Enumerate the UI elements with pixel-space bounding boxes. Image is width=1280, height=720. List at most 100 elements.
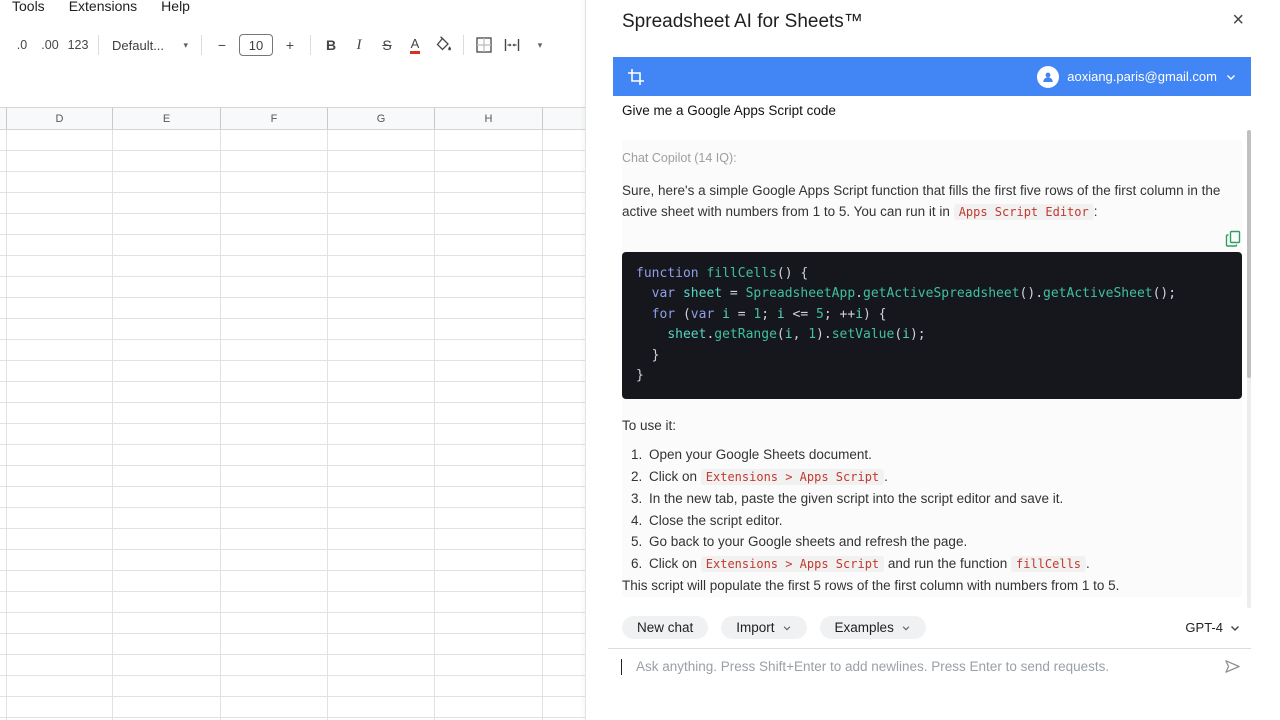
column-headers: DEFGH	[0, 107, 585, 130]
column-header-D[interactable]: D	[7, 108, 113, 129]
code-line: for (var i = 1; i <= 5; ++i) {	[651, 306, 887, 322]
addon-panel: Spreadsheet AI for Sheets™ × aoxiang.par…	[585, 0, 1280, 720]
sheet-grid[interactable]	[0, 130, 585, 720]
chevron-down-icon: ▾	[183, 39, 188, 50]
to-use-label: To use it:	[622, 417, 677, 433]
chevron-down-icon: ▾	[537, 39, 543, 50]
model-label: GPT-4	[1185, 620, 1223, 635]
new-chat-button[interactable]: New chat	[622, 616, 709, 639]
send-icon	[1225, 660, 1240, 673]
column-header-E[interactable]: E	[113, 108, 221, 129]
model-selector[interactable]: GPT-4	[1185, 620, 1241, 635]
fill-color-button[interactable]	[430, 32, 456, 58]
toolbar-separator	[310, 35, 311, 55]
import-button[interactable]: Import	[721, 616, 807, 639]
bold-button[interactable]: B	[326, 37, 336, 53]
grid-column-partial	[0, 130, 7, 720]
chevron-down-icon	[1227, 74, 1235, 80]
text-caret	[621, 658, 622, 675]
addon-title: Spreadsheet AI for Sheets™	[622, 11, 863, 32]
import-label: Import	[736, 620, 775, 635]
paint-bucket-icon	[436, 36, 451, 51]
decrease-decimal-button[interactable]: .0	[9, 32, 35, 58]
send-button[interactable]	[1224, 658, 1241, 675]
inline-code: Extensions > Apps Script	[700, 468, 885, 485]
message-input[interactable]	[636, 659, 1224, 674]
examples-button[interactable]: Examples	[819, 616, 926, 639]
examples-label: Examples	[834, 620, 894, 635]
menu-tools[interactable]: Tools	[12, 0, 45, 14]
code-line: sheet.getRange(i, 1).setValue(i);	[667, 327, 926, 342]
scrollbar-thumb[interactable]	[1247, 130, 1251, 378]
merge-cells-icon	[504, 39, 520, 51]
toolbar-separator	[98, 35, 99, 55]
new-chat-label: New chat	[637, 620, 694, 635]
copy-code-button[interactable]	[1225, 230, 1242, 248]
column-header-G[interactable]: G	[328, 108, 435, 129]
code-line: }	[636, 347, 660, 363]
toolbar-separator	[463, 35, 464, 55]
toolbar-separator	[201, 35, 202, 55]
code-line: var sheet = SpreadsheetApp.getActiveSpre…	[651, 286, 1177, 301]
sheets-menubar: Tools Extensions Help	[12, 0, 190, 14]
grid-column[interactable]	[221, 130, 328, 720]
crop-icon[interactable]	[627, 68, 645, 86]
instruction-step: Open your Google Sheets document.	[646, 444, 1242, 466]
instruction-step: Go back to your Google sheets and refres…	[646, 531, 1242, 553]
close-button[interactable]: ×	[1232, 9, 1244, 32]
menu-extensions[interactable]: Extensions	[69, 0, 137, 14]
grid-column[interactable]	[7, 130, 113, 720]
instruction-step: Close the script editor.	[646, 510, 1242, 532]
inline-code: fillCells	[1011, 555, 1087, 572]
code-line: }	[636, 368, 644, 383]
grid-column[interactable]	[328, 130, 435, 720]
font-size-input[interactable]: 10	[239, 34, 273, 56]
footer-bar: New chat Import Examples GPT-4	[622, 616, 1241, 639]
message-input-row	[608, 648, 1251, 684]
borders-button[interactable]	[471, 32, 497, 58]
merge-cells-button[interactable]	[499, 32, 525, 58]
instruction-step: Click on Extensions > Apps Script.	[646, 466, 1242, 489]
response-text: Sure, here's a simple Google Apps Script…	[622, 182, 1221, 220]
italic-button[interactable]: I	[357, 37, 362, 54]
chevron-down-icon	[1231, 625, 1239, 631]
column-header-partial	[0, 108, 7, 129]
spreadsheet-pane: Tools Extensions Help .0 .00 123 Default..…	[0, 0, 585, 720]
closing-text: This script will populate the first 5 ro…	[622, 578, 1120, 593]
instruction-step: Click on Extensions > Apps Script and ru…	[646, 553, 1242, 576]
decrease-font-size-button[interactable]: −	[209, 32, 235, 58]
chevron-down-icon	[783, 625, 790, 630]
column-header-F[interactable]: F	[221, 108, 328, 129]
sheets-toolbar: .0 .00 123 Default... ▾ − 10 + B I S A ▾	[0, 28, 585, 62]
number-format-button[interactable]: 123	[65, 32, 91, 58]
menu-help[interactable]: Help	[161, 0, 190, 14]
merge-cells-dropdown[interactable]: ▾	[527, 32, 553, 58]
column-header-H[interactable]: H	[435, 108, 543, 129]
font-selector-label: Default...	[112, 37, 165, 53]
inline-code: Apps Script Editor	[953, 204, 1094, 220]
person-icon	[1043, 72, 1054, 82]
chat-response-area: Chat Copilot (14 IQ): Sure, here's a sim…	[622, 140, 1242, 597]
code-block[interactable]: function fillCells() { var sheet = Sprea…	[622, 251, 1242, 399]
strikethrough-button[interactable]: S	[382, 37, 391, 53]
user-message: Give me a Google Apps Script code	[622, 103, 836, 118]
increase-decimal-button[interactable]: .00	[37, 32, 63, 58]
inline-code: Extensions > Apps Script	[700, 555, 885, 572]
grid-column[interactable]	[113, 130, 221, 720]
account-selector[interactable]: aoxiang.paris@gmail.com	[1037, 65, 1237, 88]
instruction-step: In the new tab, paste the given script i…	[646, 488, 1242, 510]
chat-scrollbar[interactable]	[1247, 130, 1251, 608]
chevron-down-icon	[902, 625, 910, 630]
steps-list: Open your Google Sheets document.Click o…	[622, 444, 1242, 575]
code-line: function fillCells() {	[636, 265, 809, 281]
increase-font-size-button[interactable]: +	[277, 32, 303, 58]
column-header-partial	[543, 108, 579, 129]
text-color-button[interactable]: A	[409, 37, 421, 54]
account-bar: aoxiang.paris@gmail.com	[613, 57, 1251, 96]
grid-column[interactable]	[435, 130, 543, 720]
borders-icon	[476, 37, 492, 53]
account-avatar	[1037, 65, 1060, 88]
account-email: aoxiang.paris@gmail.com	[1067, 69, 1217, 84]
font-selector[interactable]: Default... ▾	[106, 32, 194, 58]
copilot-label: Chat Copilot (14 IQ):	[622, 151, 737, 165]
